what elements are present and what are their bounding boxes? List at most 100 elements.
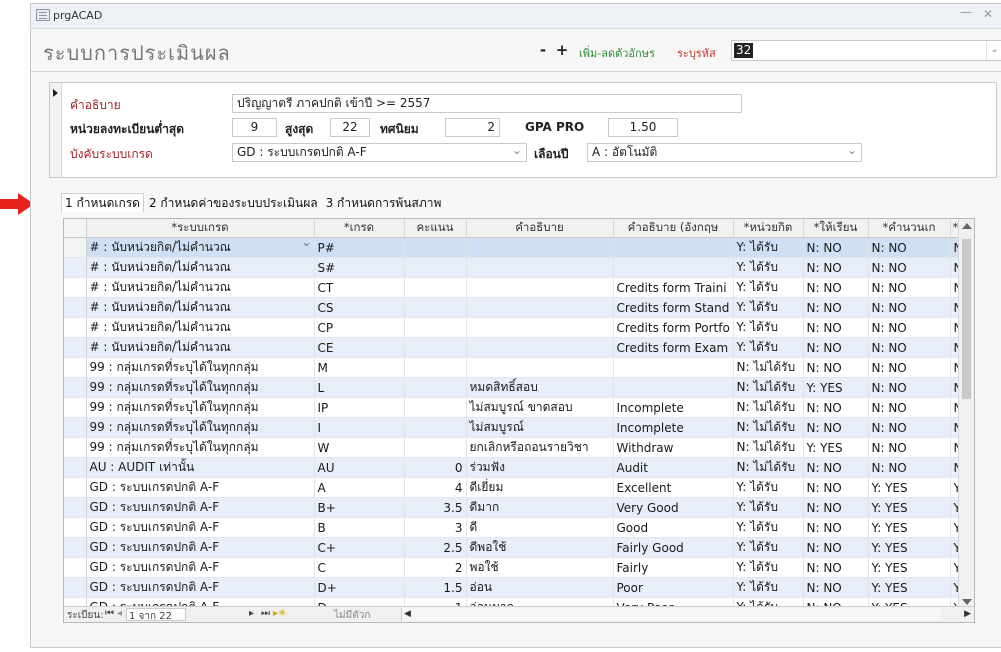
grade-cell[interactable]: A [314, 477, 405, 498]
description-en-cell[interactable]: Excellent [613, 477, 734, 498]
column-header-description-en[interactable]: คำอธิบาย (อังกฤษ [613, 219, 734, 238]
min-units-field[interactable]: 9 [232, 118, 277, 137]
calculate-cell[interactable]: Y: YES [868, 577, 951, 598]
description-cell[interactable]: ไม่สมบูรณ์ ขาดสอบ [466, 397, 614, 418]
credits-cell[interactable]: Y: ได้รับ [733, 517, 804, 538]
row-selector[interactable] [64, 337, 87, 358]
description-cell[interactable]: ดีพอใช้ [466, 537, 614, 558]
description-cell[interactable] [466, 297, 614, 318]
grade-cell[interactable]: CT [314, 277, 405, 298]
row-selector[interactable] [64, 417, 87, 438]
grade-system-cell[interactable]: 99 : กลุ่มเกรดที่ระบุได้ในทุกกลุ่ม [86, 377, 315, 398]
grade-cell[interactable]: L [314, 377, 405, 398]
allow-study-cell[interactable]: N: NO [803, 577, 869, 598]
table-row[interactable]: # : นับหน่วยกิต/ไม่คำนวณ S# Y: ได้รับ N: NO… [64, 257, 961, 278]
allow-study-cell[interactable]: N: NO [803, 417, 869, 438]
description-en-cell[interactable]: Fairly [613, 557, 734, 578]
gpa-pro-field[interactable]: 1.50 [608, 118, 678, 137]
grade-system-cell[interactable]: 99 : กลุ่มเกรดที่ระบุได้ในทุกกลุ่ม [86, 417, 315, 438]
allow-study-cell[interactable]: N: NO [803, 497, 869, 518]
credits-cell[interactable]: Y: ได้รับ [733, 497, 804, 518]
credits-cell[interactable]: N: ไม่ได้รับ [733, 437, 804, 458]
filter-status[interactable]: ไม่มีตัวก [334, 608, 370, 622]
description-en-cell[interactable]: Fairly Good [613, 537, 734, 558]
calculate-cell[interactable]: N: NO [868, 417, 951, 438]
description-en-cell[interactable]: Credits form Portfo [613, 317, 734, 338]
previous-record-icon[interactable]: ◂ [117, 608, 122, 619]
grade-cell[interactable]: S# [314, 257, 405, 278]
calculate-cell[interactable]: N: NO [868, 317, 951, 338]
table-row[interactable]: 99 : กลุ่มเกรดที่ระบุได้ในทุกกลุ่ม I ไม่สม… [64, 417, 961, 438]
description-cell[interactable] [466, 277, 614, 298]
last-record-icon[interactable]: ⏭ [261, 608, 270, 619]
description-cell[interactable]: ดี [466, 517, 614, 538]
calculate-cell[interactable]: Y: YES [868, 537, 951, 558]
grade-cell[interactable]: B+ [314, 497, 405, 518]
grade-system-cell[interactable]: AU : AUDIT เท่านั้น [86, 457, 315, 478]
score-cell[interactable] [404, 357, 467, 378]
description-en-cell[interactable] [613, 257, 734, 278]
grade-system-cell[interactable]: GD : ระบบเกรดปกติ A-F [86, 477, 315, 498]
description-cell[interactable]: ดีมาก [466, 497, 614, 518]
grade-cell[interactable]: C [314, 557, 405, 578]
row-selector[interactable] [64, 377, 87, 398]
credits-cell[interactable]: Y: ได้รับ [733, 317, 804, 338]
table-row[interactable]: 99 : กลุ่มเกรดที่ระบุได้ในทุกกลุ่ม IP ไม่ส… [64, 397, 961, 418]
column-header-score[interactable]: คะแนน [404, 219, 467, 238]
score-cell[interactable]: 2.5 [404, 537, 467, 558]
table-row[interactable]: 99 : กลุ่มเกรดที่ระบุได้ในทุกกลุ่ม L หมดสิ… [64, 377, 961, 398]
calculate-cell[interactable]: Y: YES [868, 497, 951, 518]
row-selector[interactable] [64, 477, 87, 498]
row-selector[interactable] [64, 557, 87, 578]
credits-cell[interactable]: Y: ได้รับ [733, 477, 804, 498]
year-select[interactable]: A : อัตโนมัติ [587, 143, 862, 162]
calculate-cell[interactable]: N: NO [868, 457, 951, 478]
description-cell[interactable]: ไม่สมบูรณ์ [466, 417, 614, 438]
grade-system-cell[interactable]: # : นับหน่วยกิต/ไม่คำนวณ [86, 277, 315, 298]
vertical-scrollbar[interactable] [958, 219, 974, 609]
grade-system-cell[interactable]: # : นับหน่วยกิต/ไม่คำนวณ [86, 257, 315, 278]
scroll-thumb[interactable] [962, 239, 971, 399]
table-row[interactable]: # : นับหน่วยกิต/ไม่คำนวณ CE Credits form E… [64, 337, 961, 358]
allow-study-cell[interactable]: Y: YES [803, 437, 869, 458]
allow-study-cell[interactable]: N: NO [803, 357, 869, 378]
description-en-cell[interactable]: Good [613, 517, 734, 538]
description-en-cell[interactable] [613, 377, 734, 398]
column-header-description[interactable]: คำอธิบาย [466, 219, 614, 238]
grade-cell[interactable]: IP [314, 397, 405, 418]
score-cell[interactable] [404, 337, 467, 358]
allow-study-cell[interactable]: N: NO [803, 317, 869, 338]
credits-cell[interactable]: N: ไม่ได้รับ [733, 357, 804, 378]
description-cell[interactable]: ยกเลิกหรือถอนรายวิชา [466, 437, 614, 458]
description-cell[interactable] [466, 317, 614, 338]
row-selector[interactable] [64, 357, 87, 378]
grade-system-cell[interactable]: # : นับหน่วยกิต/ไม่คำนวณ [86, 337, 315, 358]
allow-study-cell[interactable]: N: NO [803, 277, 869, 298]
tab-grade-definition[interactable]: 1 กำหนดเกรด [61, 193, 144, 212]
row-selector[interactable] [64, 537, 87, 558]
table-row[interactable]: 99 : กลุ่มเกรดที่ระบุได้ในทุกกลุ่ม W ยกเลิ… [64, 437, 961, 458]
score-cell[interactable] [404, 237, 467, 258]
description-cell[interactable] [466, 237, 614, 258]
first-record-icon[interactable]: ⏮ [105, 608, 114, 619]
description-en-cell[interactable]: Credits form Traini [613, 277, 734, 298]
allow-study-cell[interactable]: N: NO [803, 537, 869, 558]
description-field[interactable]: ปริญญาตรี ภาคปกติ เข้าปี >= 2557 [232, 94, 742, 113]
score-cell[interactable] [404, 377, 467, 398]
table-row[interactable]: # : นับหน่วยกิต/ไม่คำนวณ CT Credits form T… [64, 277, 961, 298]
increase-font-button[interactable]: + [553, 42, 571, 60]
score-cell[interactable]: 3.5 [404, 497, 467, 518]
grade-cell[interactable]: AU [314, 457, 405, 478]
allow-study-cell[interactable]: N: NO [803, 477, 869, 498]
calculate-cell[interactable]: N: NO [868, 277, 951, 298]
grade-cell[interactable]: CE [314, 337, 405, 358]
description-en-cell[interactable]: Incomplete [613, 397, 734, 418]
allow-study-cell[interactable]: N: NO [803, 557, 869, 578]
description-cell[interactable]: ดีเยี่ยม [466, 477, 614, 498]
grade-system-cell[interactable]: 99 : กลุ่มเกรดที่ระบุได้ในทุกกลุ่ม [86, 357, 315, 378]
credits-cell[interactable]: N: ไม่ได้รับ [733, 377, 804, 398]
allow-study-cell[interactable]: Y: YES [803, 377, 869, 398]
description-en-cell[interactable]: Audit [613, 457, 734, 478]
allow-study-cell[interactable]: N: NO [803, 237, 869, 258]
credits-cell[interactable]: N: ไม่ได้รับ [733, 417, 804, 438]
